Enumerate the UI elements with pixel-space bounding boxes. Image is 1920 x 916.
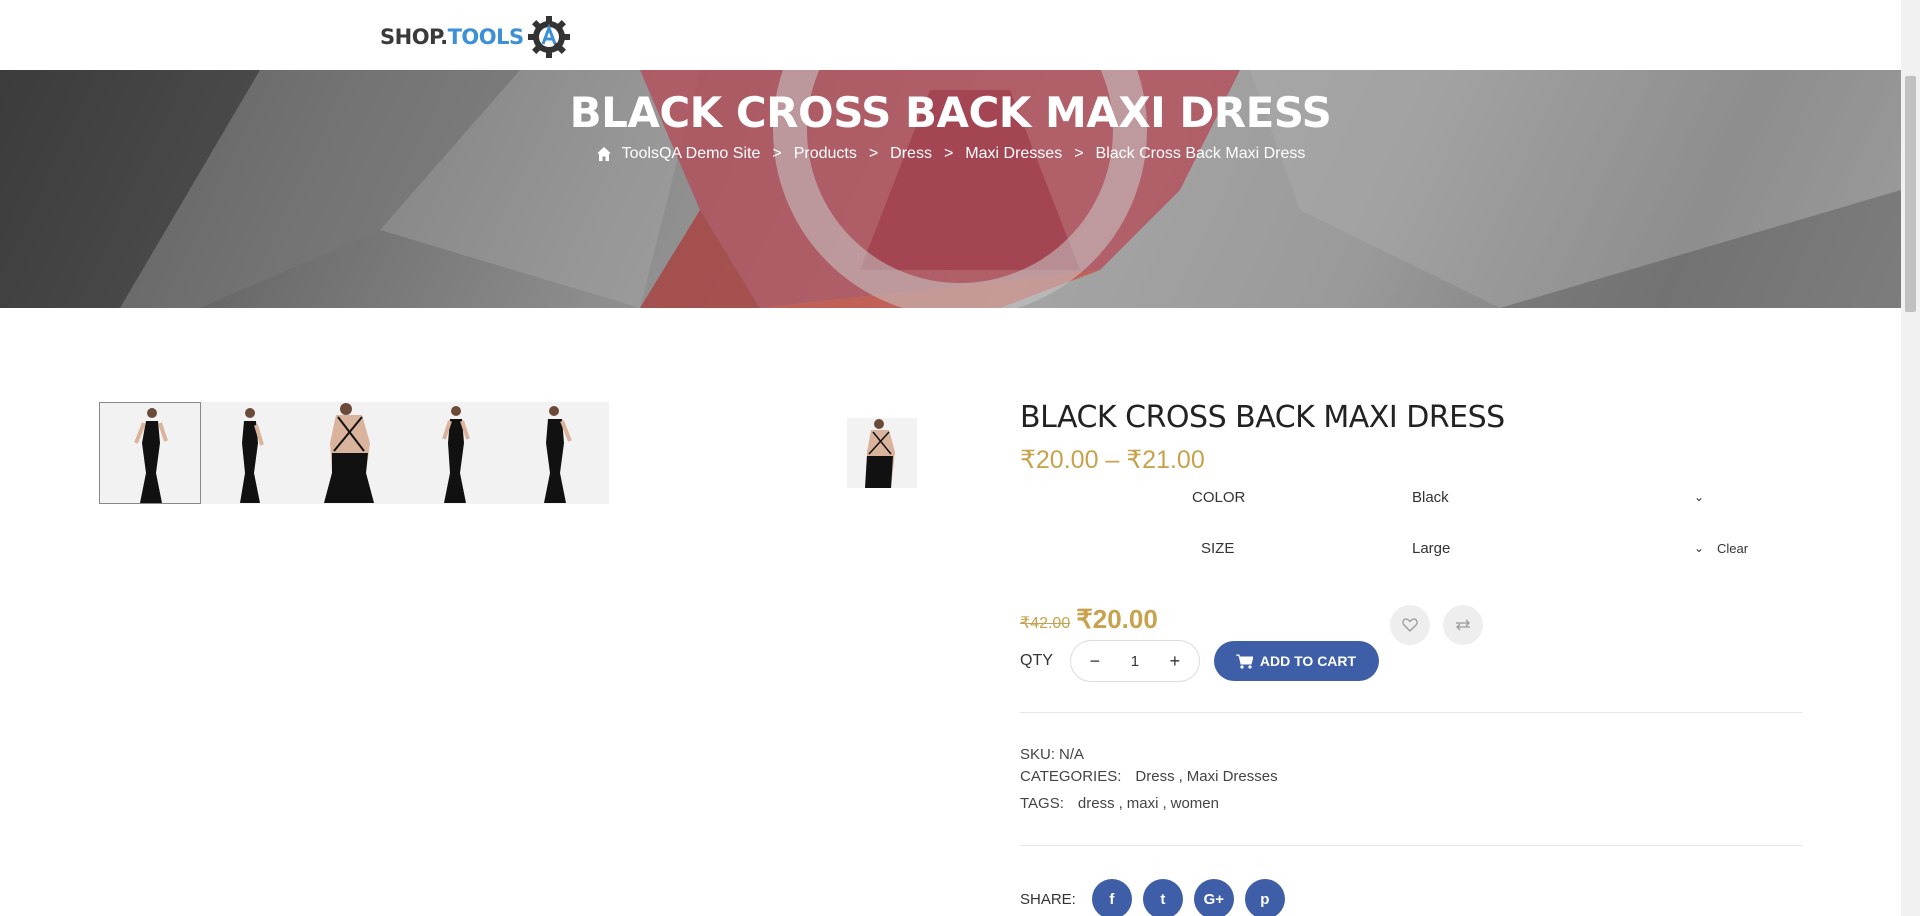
dress-image	[544, 406, 572, 503]
tags-label: TAGS:	[1020, 795, 1064, 812]
product-thumbnails	[99, 402, 609, 504]
sku-label: SKU:	[1020, 746, 1056, 763]
add-to-cart-row: QTY − + ADD TO CART	[1020, 640, 1380, 682]
tag-link[interactable]: dress	[1078, 795, 1115, 812]
product-thumbnail[interactable]	[507, 402, 609, 504]
product-main-image[interactable]	[847, 418, 917, 488]
color-selected-value: Black	[1412, 488, 1449, 506]
dress-image	[865, 419, 895, 488]
page-banner: BLACK CROSS BACK MAXI DRESS ToolsQA Demo…	[0, 70, 1901, 308]
gear-logo-icon	[527, 16, 570, 58]
category-separator: ,	[1178, 768, 1183, 785]
sku-value: N/A	[1059, 746, 1085, 763]
product-sku: SKU: N/A	[1020, 746, 1084, 763]
product-thumbnail[interactable]	[405, 402, 507, 504]
breadcrumb-separator: >	[772, 145, 782, 162]
chevron-down-icon[interactable]: ⌄	[1694, 541, 1704, 555]
sale-price: ₹20.00	[1076, 604, 1158, 634]
site-logo[interactable]: SHOP. TOOLS	[380, 14, 572, 60]
breadcrumb-current: Black Cross Back Maxi Dress	[1095, 145, 1306, 162]
product-thumbnail[interactable]	[201, 402, 303, 504]
google-plus-icon[interactable]: G+	[1193, 879, 1234, 916]
facebook-icon[interactable]: f	[1091, 879, 1132, 916]
product-thumbnail[interactable]	[303, 402, 405, 504]
breadcrumb-maxi-dresses[interactable]: Maxi Dresses	[965, 145, 1062, 163]
wishlist-button[interactable]	[1390, 605, 1430, 645]
breadcrumb-products[interactable]: Products	[794, 145, 857, 163]
dress-image	[240, 408, 264, 503]
qty-decrease-button[interactable]: −	[1085, 651, 1105, 672]
add-to-cart-label: ADD TO CART	[1259, 653, 1357, 669]
dress-image	[324, 403, 374, 503]
pinterest-icon[interactable]: p	[1244, 879, 1285, 916]
variation-price: ₹42.00 ₹20.00	[1020, 604, 1158, 635]
quantity-stepper: − +	[1069, 640, 1200, 682]
share-label: SHARE:	[1020, 890, 1076, 908]
add-to-cart-button[interactable]: ADD TO CART	[1213, 641, 1380, 681]
divider	[1020, 845, 1802, 846]
dress-image	[134, 408, 168, 503]
heart-icon	[1402, 618, 1418, 632]
dress-image	[442, 406, 470, 503]
breadcrumb-separator: >	[943, 145, 954, 162]
tag-link[interactable]: women	[1171, 795, 1219, 812]
breadcrumb-dress[interactable]: Dress	[890, 145, 932, 163]
tag-separator: ,	[1118, 795, 1123, 812]
color-select[interactable]: Black	[1412, 485, 1712, 509]
size-label: SIZE	[1201, 539, 1235, 557]
scrollbar-thumb[interactable]	[1905, 76, 1916, 312]
product-tags: TAGS: dress , maxi , women	[1020, 795, 1219, 812]
qty-input[interactable]	[1114, 652, 1155, 670]
product-price-range: ₹20.00 – ₹21.00	[1020, 446, 1205, 474]
category-link[interactable]: Maxi Dresses	[1187, 768, 1278, 785]
breadcrumb-home[interactable]: ToolsQA Demo Site	[622, 145, 761, 163]
home-icon[interactable]	[596, 146, 612, 162]
category-link[interactable]: Dress	[1135, 768, 1174, 785]
product-summary: BLACK CROSS BACK MAXI DRESS ₹20.00 – ₹21…	[1020, 400, 1802, 916]
compare-icon	[1456, 619, 1470, 631]
breadcrumb: ToolsQA Demo Site > Products > Dress > M…	[0, 145, 1901, 163]
divider	[1020, 712, 1802, 713]
categories-label: CATEGORIES:	[1020, 768, 1122, 785]
site-header: SHOP. TOOLS	[0, 0, 1901, 70]
breadcrumb-separator: >	[868, 145, 879, 162]
logo-shop-text: SHOP.	[380, 25, 448, 49]
banner-title: BLACK CROSS BACK MAXI DRESS	[569, 88, 1332, 137]
share-row: SHARE: f t G+ p	[1020, 879, 1296, 916]
logo-tools-text: TOOLS	[447, 25, 525, 49]
tag-separator: ,	[1162, 795, 1167, 812]
color-label: COLOR	[1192, 488, 1246, 506]
product-categories: CATEGORIES: Dress , Maxi Dresses	[1020, 768, 1278, 785]
chevron-down-icon[interactable]: ⌄	[1694, 490, 1704, 504]
twitter-icon[interactable]: t	[1142, 879, 1183, 916]
size-select[interactable]: Large	[1412, 536, 1712, 560]
clear-variations-link[interactable]: Clear	[1717, 541, 1748, 556]
product-title: BLACK CROSS BACK MAXI DRESS	[1020, 400, 1505, 435]
tag-link[interactable]: maxi	[1127, 795, 1159, 812]
compare-button[interactable]	[1443, 605, 1483, 645]
cart-icon	[1235, 654, 1253, 669]
qty-label: QTY	[1020, 652, 1053, 669]
breadcrumb-separator: >	[1074, 145, 1084, 162]
page-scrollbar[interactable]	[1901, 0, 1920, 916]
old-price: ₹42.00	[1020, 615, 1071, 632]
qty-increase-button[interactable]: +	[1165, 651, 1185, 672]
size-selected-value: Large	[1412, 539, 1451, 557]
product-thumbnail[interactable]	[99, 402, 201, 504]
